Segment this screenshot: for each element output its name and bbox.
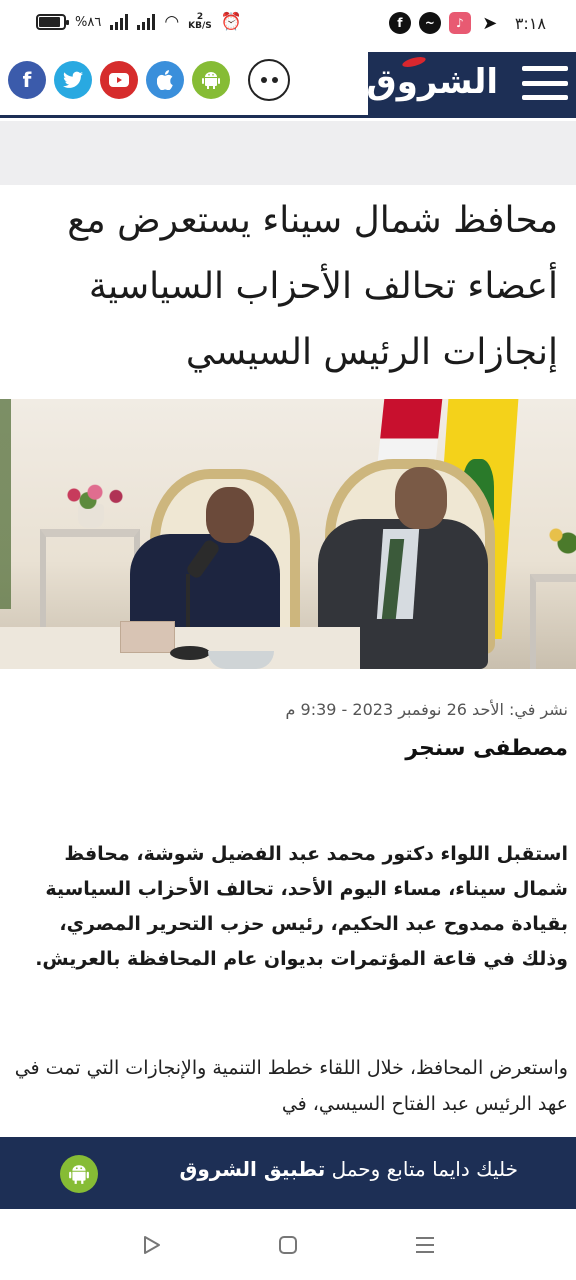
battery-icon [36,14,69,30]
battery-percentage: %٨٦ [75,14,102,30]
publish-date: نشر في: الأحد 26 نوفمبر 2023 - 9:39 م [285,700,568,719]
photo-bowl [208,651,274,669]
music-app-notification-icon: ♪ [448,12,471,34]
apple-icon[interactable] [146,61,184,99]
article-lead: استقبل اللواء دكتور محمد عبد الفضيل شوشة… [35,843,568,970]
menu-icon[interactable] [522,66,568,100]
photo-side-table-right [530,574,576,669]
photo-mic-base [170,646,210,660]
recents-icon[interactable] [413,1233,437,1257]
logo-text: الشروق [366,62,499,102]
android-icon[interactable] [60,1155,98,1193]
wifi-icon: ◠ [164,12,180,32]
app-header: f الشروق [0,52,576,118]
article-photo[interactable] [0,399,576,669]
status-bar: %٨٦ ◠ 2 KB/S ⏰ f ~ ♪ ➤ ٣:١٨ [0,0,576,52]
social-links: f [8,59,290,101]
photo-plant-left [0,399,36,609]
twitter-icon[interactable] [54,61,92,99]
photo-plant-right [540,519,576,559]
alarm-icon: ⏰ [220,12,242,32]
status-right: f ~ ♪ ➤ ٣:١٨ [388,12,546,34]
banner-app-name: تطبيق الشروق [179,1157,326,1181]
network-speed: 2 KB/S [188,12,212,31]
article-title: محافظ شمال سيناء يستعرض مع أعضاء تحالف ا… [67,200,558,373]
app-download-banner[interactable]: خليك دايما متابع وحمل تطبيق الشروق [0,1137,576,1209]
back-icon[interactable] [139,1233,163,1257]
youtube-icon[interactable] [100,61,138,99]
banner-message: خليك دايما متابع وحمل [331,1157,518,1181]
android-icon[interactable] [192,61,230,99]
system-nav-bar [0,1209,576,1280]
telegram-notification-icon: ➤ [482,12,498,34]
site-logo[interactable]: الشروق [366,55,499,110]
facebook-notification-icon: f [388,12,411,34]
photo-flowers [60,481,130,509]
photo-person-right-head [395,467,447,529]
article-body: واستعرض المحافظ، خلال اللقاء خطط التنمية… [14,1057,568,1115]
messenger-notification-icon: ~ [418,12,441,34]
signal-icon [110,14,129,30]
status-left: %٨٦ ◠ 2 KB/S ⏰ [36,12,242,32]
brand-bar: الشروق [366,52,576,115]
photo-tissue-box [120,621,175,653]
home-icon[interactable] [276,1233,300,1257]
facebook-icon[interactable]: f [8,61,46,99]
more-options-icon[interactable] [248,59,290,101]
banner-text: خليك دايما متابع وحمل تطبيق الشروق [179,1157,518,1181]
status-time: ٣:١٨ [514,13,546,33]
author-name[interactable]: مصطفى سنجر [405,736,568,761]
photo-person-left-head [206,487,254,543]
ad-placeholder [0,121,576,185]
signal-icon-2 [137,14,156,30]
